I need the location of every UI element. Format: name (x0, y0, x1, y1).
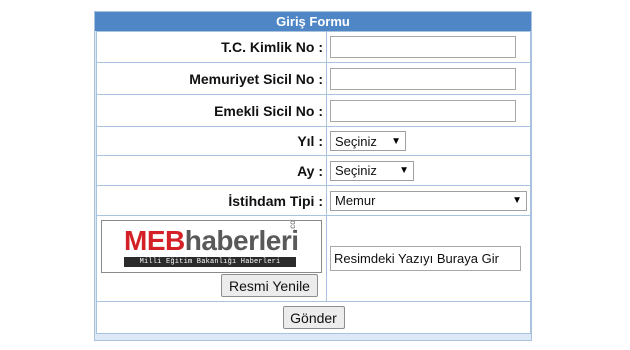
row-tc-kimlik: T.C. Kimlik No : (97, 32, 531, 63)
ay-select[interactable]: Seçiniz ▼ (330, 160, 414, 181)
row-submit: Gönder (97, 302, 531, 334)
dropdown-arrow-icon: ▼ (512, 195, 522, 206)
form-grid: T.C. Kimlik No : Memuriyet Sicil No : Em… (96, 31, 531, 334)
submit-button[interactable]: Gönder (282, 306, 345, 329)
istihdam-tipi-select-value: Memur (335, 193, 376, 208)
yil-select[interactable]: Seçiniz ▼ (330, 131, 406, 151)
row-emekli-sicil: Emekli Sicil No : (97, 95, 531, 127)
ay-select-value: Seçiniz (335, 163, 377, 178)
row-istihdam-tipi: İstihdam Tipi : Memur ▼ (97, 186, 531, 216)
istihdam-tipi-select[interactable]: Memur ▼ (330, 190, 527, 211)
tc-kimlik-input[interactable] (330, 36, 516, 58)
emekli-sicil-input[interactable] (330, 99, 516, 122)
login-form: Giriş Formu T.C. Kimlik No : Memuriyet S… (94, 11, 532, 341)
captcha-image: MEBhaberleri .com Milli Eğitim Bakanlığı… (101, 220, 322, 273)
row-yil: Yıl : Seçiniz ▼ (97, 127, 531, 156)
yil-label: Yıl : (97, 127, 327, 155)
captcha-input[interactable] (330, 246, 521, 271)
captcha-logo: MEBhaberleri (124, 225, 299, 256)
row-ay: Ay : Seçiniz ▼ (97, 156, 531, 186)
memuriyet-sicil-input[interactable] (330, 67, 516, 90)
row-memuriyet-sicil: Memuriyet Sicil No : (97, 63, 531, 95)
row-captcha: MEBhaberleri .com Milli Eğitim Bakanlığı… (97, 216, 531, 302)
captcha-logo-subtitle: Milli Eğitim Bakanlığı Haberleri (124, 257, 296, 267)
ay-label: Ay : (97, 156, 327, 185)
captcha-logo-suffix: .com (288, 220, 297, 231)
form-title: Giriş Formu (95, 12, 531, 31)
istihdam-tipi-label: İstihdam Tipi : (97, 186, 327, 215)
yil-select-value: Seçiniz (335, 133, 377, 149)
tc-kimlik-label: T.C. Kimlik No : (97, 32, 327, 62)
dropdown-arrow-icon: ▼ (399, 165, 409, 176)
refresh-image-button[interactable]: Resmi Yenile (221, 274, 318, 297)
memuriyet-sicil-label: Memuriyet Sicil No : (97, 63, 327, 94)
emekli-sicil-label: Emekli Sicil No : (97, 95, 327, 126)
dropdown-arrow-icon: ▼ (391, 135, 401, 147)
